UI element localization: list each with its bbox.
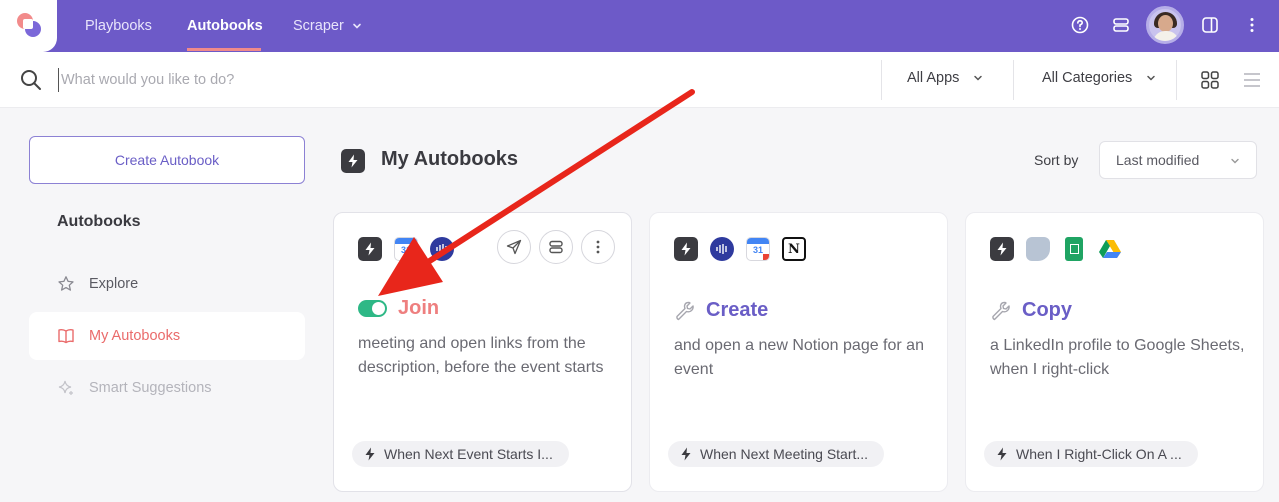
create-autobook-button[interactable]: Create Autobook [29, 136, 305, 184]
all-categories-dropdown[interactable]: All Categories [1042, 70, 1156, 86]
help-icon[interactable] [1069, 14, 1091, 36]
search-icon [21, 70, 41, 90]
nav-scraper-label: Scraper [293, 18, 344, 34]
otter-icon [430, 237, 454, 261]
app-logo-icon[interactable] [16, 12, 42, 38]
trigger-label: When Next Meeting Start... [700, 446, 869, 462]
wrench-icon [676, 301, 694, 320]
sort-dropdown[interactable]: Last modified [1099, 141, 1257, 179]
card-description: a LinkedIn profile to Google Sheets, whe… [990, 337, 1245, 378]
divider [1013, 60, 1014, 100]
chevron-down-icon [1147, 75, 1156, 81]
bolt-icon [997, 447, 1007, 461]
nav-playbooks-label: Playbooks [85, 18, 152, 34]
nav-autobooks[interactable]: Autobooks [187, 0, 263, 52]
divider [881, 60, 882, 100]
autobook-card[interactable]: 31 Join meeting and open links from the … [333, 212, 632, 492]
active-tab-indicator [187, 48, 261, 51]
nav-scraper[interactable]: Scraper [293, 0, 362, 52]
more-options-button[interactable] [581, 230, 615, 264]
sidebar-item-my-autobooks[interactable]: My Autobooks [29, 312, 305, 360]
bolt-icon [674, 237, 698, 261]
sidebar-item-label: Explore [89, 276, 139, 292]
trigger-label: When Next Event Starts I... [384, 446, 553, 462]
app-icons [990, 237, 1122, 261]
top-navigation-bar: Playbooks Autobooks Scraper [0, 0, 1279, 52]
otter-icon [710, 237, 734, 261]
bolt-icon [990, 237, 1014, 261]
autobook-card[interactable]: 31 N Create and open a new Notion page f… [649, 212, 948, 492]
more-vertical-icon [596, 240, 600, 254]
wrench-icon [992, 301, 1010, 320]
divider [1176, 60, 1177, 100]
sidebar-heading: Autobooks [57, 213, 141, 230]
app-icons: 31 [358, 237, 454, 261]
side-panel-icon[interactable] [1199, 14, 1221, 36]
list-view-icon[interactable] [1243, 72, 1261, 88]
google-sheets-icon [1065, 237, 1083, 261]
bolt-icon [358, 237, 382, 261]
nav-playbooks[interactable]: Playbooks [85, 0, 152, 52]
layout-button[interactable] [539, 230, 573, 264]
card-description: and open a new Notion page for an event [674, 337, 924, 378]
card-title-row: Copy [990, 299, 1072, 322]
all-categories-label: All Categories [1042, 70, 1133, 86]
notion-icon: N [782, 237, 806, 261]
sidebar-item-smart-suggestions[interactable]: Smart Suggestions [29, 364, 305, 412]
trigger-chip: When I Right-Click On A ... [984, 441, 1198, 467]
more-vertical-icon[interactable] [1241, 14, 1263, 36]
bolt-icon [365, 447, 375, 461]
send-button[interactable] [497, 230, 531, 264]
chevron-down-icon [974, 75, 983, 81]
all-apps-label: All Apps [907, 70, 960, 86]
google-drive-icon [1099, 240, 1121, 258]
trigger-label: When I Right-Click On A ... [1016, 446, 1182, 462]
sidebar-item-explore[interactable]: Explore [29, 260, 305, 308]
all-apps-dropdown[interactable]: All Apps [907, 70, 983, 86]
app-icons: 31 N [674, 237, 806, 261]
book-icon [58, 328, 74, 344]
search-bar: All Apps All Categories [0, 52, 1279, 108]
autobook-card[interactable]: Copy a LinkedIn profile to Google Sheets… [965, 212, 1264, 492]
layout-stack-icon [549, 240, 563, 254]
trigger-chip: When Next Meeting Start... [668, 441, 885, 467]
logo-container [0, 0, 57, 52]
card-title: Join [398, 297, 440, 319]
note-icon [1026, 237, 1050, 261]
page-title: My Autobooks [381, 148, 519, 170]
card-title: Create [706, 299, 769, 321]
card-title: Copy [1022, 299, 1072, 321]
sidebar-item-label: Smart Suggestions [89, 380, 212, 396]
grid-view-icon[interactable] [1201, 71, 1219, 89]
layout-stack-icon[interactable] [1110, 14, 1132, 36]
sparkle-icon [58, 380, 73, 395]
card-actions [497, 230, 615, 264]
google-calendar-icon: 31 [394, 237, 418, 261]
card-description: meeting and open links from the descript… [358, 335, 604, 376]
star-icon [58, 276, 74, 291]
trigger-chip: When Next Event Starts I... [352, 441, 569, 467]
card-title-row: Join [358, 297, 439, 320]
chevron-down-icon [352, 23, 361, 29]
enabled-toggle[interactable] [358, 300, 387, 317]
nav-autobooks-label: Autobooks [187, 18, 263, 34]
avatar[interactable] [1146, 6, 1184, 44]
sort-value: Last modified [1116, 152, 1200, 168]
card-title-row: Create [674, 299, 768, 322]
sort-label: Sort by [1034, 152, 1079, 168]
sidebar-item-label: My Autobooks [89, 328, 181, 344]
bolt-icon [681, 447, 691, 461]
send-icon [506, 239, 522, 255]
google-calendar-icon: 31 [746, 237, 770, 261]
bolt-icon [341, 149, 365, 173]
chevron-down-icon [1231, 158, 1239, 164]
search-input[interactable] [58, 68, 658, 92]
